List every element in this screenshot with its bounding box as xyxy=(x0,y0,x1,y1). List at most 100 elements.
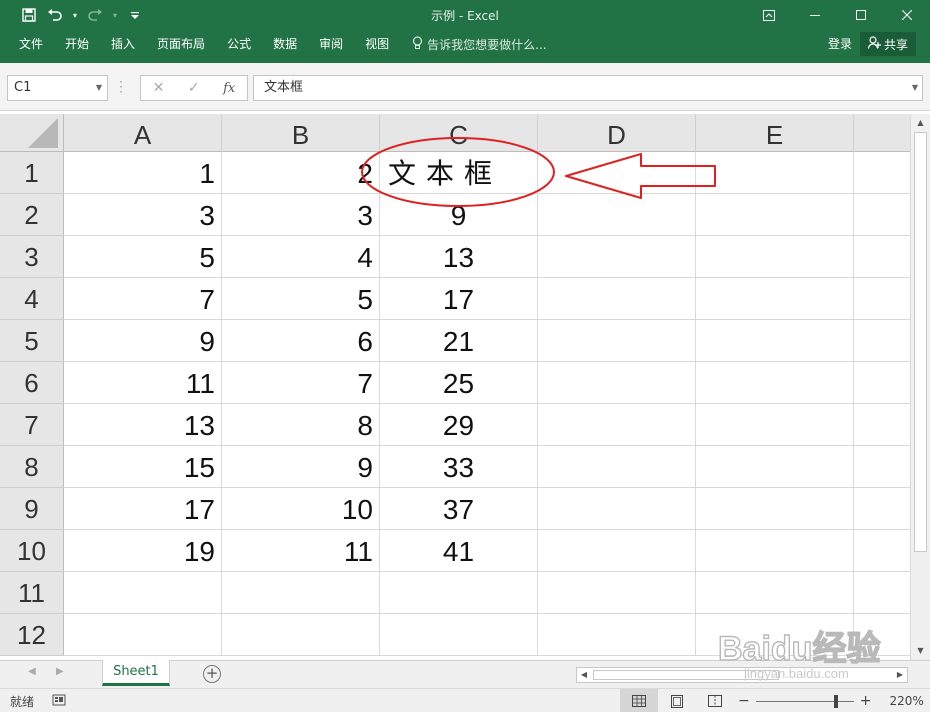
cell-partial-11[interactable] xyxy=(854,572,910,614)
cell-partial-3[interactable] xyxy=(854,236,910,278)
row-header-1[interactable]: 1 xyxy=(0,152,64,194)
cell-b10[interactable]: 11 xyxy=(222,530,380,572)
enter-icon[interactable]: ✓ xyxy=(188,80,200,96)
scroll-right-icon[interactable]: ▶ xyxy=(893,668,907,682)
page-layout-view-icon[interactable] xyxy=(658,689,696,712)
row-header-12[interactable]: 12 xyxy=(0,614,64,656)
cell-partial-2[interactable] xyxy=(854,194,910,236)
share-button[interactable]: 共享 xyxy=(860,32,916,56)
zoom-level[interactable]: 220% xyxy=(889,694,923,708)
redo-icon[interactable] xyxy=(84,5,106,25)
prev-sheet-icon[interactable]: ◀ xyxy=(28,666,36,677)
insert-function-icon[interactable]: fx xyxy=(223,81,235,96)
maximize-icon[interactable] xyxy=(838,0,884,30)
cell-e6[interactable] xyxy=(696,362,854,404)
cell-b12[interactable] xyxy=(222,614,380,656)
cell-d11[interactable] xyxy=(538,572,696,614)
cell-partial-8[interactable] xyxy=(854,446,910,488)
cell-b7[interactable]: 8 xyxy=(222,404,380,446)
row-header-5[interactable]: 5 xyxy=(0,320,64,362)
zoom-in-icon[interactable]: + xyxy=(860,694,872,708)
cell-e1[interactable] xyxy=(696,152,854,194)
cell-partial-12[interactable] xyxy=(854,614,910,656)
cell-c2[interactable]: 9 xyxy=(380,194,538,236)
next-sheet-icon[interactable]: ▶ xyxy=(56,666,64,677)
worksheet-grid[interactable]: A B C D E 1 1 2 文本框 2 3 3 9 3 5 4 13 4 7 5 17 5 9 6 21 6 11 7 25 7 13 8… xyxy=(0,114,910,660)
cell-a6[interactable]: 11 xyxy=(64,362,222,404)
column-header-a[interactable]: A xyxy=(64,114,222,152)
formula-input[interactable]: 文本框 ▼ xyxy=(253,75,923,101)
cell-c12[interactable] xyxy=(380,614,538,656)
cell-partial-6[interactable] xyxy=(854,362,910,404)
cell-a2[interactable]: 3 xyxy=(64,194,222,236)
cell-partial-10[interactable] xyxy=(854,530,910,572)
cell-e12[interactable] xyxy=(696,614,854,656)
customize-toolbar-icon[interactable] xyxy=(124,5,146,25)
cell-a7[interactable]: 13 xyxy=(64,404,222,446)
tab-view[interactable]: 视图 xyxy=(354,30,400,58)
cell-b3[interactable]: 4 xyxy=(222,236,380,278)
redo-dropdown-icon[interactable]: ▾ xyxy=(110,11,120,20)
cell-e8[interactable] xyxy=(696,446,854,488)
cell-partial-5[interactable] xyxy=(854,320,910,362)
cell-b8[interactable]: 9 xyxy=(222,446,380,488)
zoom-out-icon[interactable]: − xyxy=(738,694,750,708)
tab-formulas[interactable]: 公式 xyxy=(216,30,262,58)
cell-partial-7[interactable] xyxy=(854,404,910,446)
tab-home[interactable]: 开始 xyxy=(54,30,100,58)
cell-d7[interactable] xyxy=(538,404,696,446)
cell-e10[interactable] xyxy=(696,530,854,572)
row-header-3[interactable]: 3 xyxy=(0,236,64,278)
scroll-down-icon[interactable]: ▼ xyxy=(911,643,930,659)
row-header-7[interactable]: 7 xyxy=(0,404,64,446)
cell-c3[interactable]: 13 xyxy=(380,236,538,278)
cell-b6[interactable]: 7 xyxy=(222,362,380,404)
scroll-left-icon[interactable]: ◀ xyxy=(577,668,591,682)
cell-d8[interactable] xyxy=(538,446,696,488)
horizontal-scrollbar[interactable]: ◀ ▶ xyxy=(576,667,908,683)
cell-c9[interactable]: 37 xyxy=(380,488,538,530)
cell-c8[interactable]: 33 xyxy=(380,446,538,488)
zoom-slider-knob[interactable] xyxy=(833,694,838,708)
tab-data[interactable]: 数据 xyxy=(262,30,308,58)
cell-partial-9[interactable] xyxy=(854,488,910,530)
cell-c5[interactable]: 21 xyxy=(380,320,538,362)
select-all-button[interactable] xyxy=(0,114,64,152)
cell-a4[interactable]: 7 xyxy=(64,278,222,320)
cell-e3[interactable] xyxy=(696,236,854,278)
cell-partial-1[interactable] xyxy=(854,152,910,194)
normal-view-icon[interactable] xyxy=(620,689,658,712)
cell-e2[interactable] xyxy=(696,194,854,236)
close-icon[interactable] xyxy=(884,0,930,30)
sheet-tab-sheet1[interactable]: Sheet1 xyxy=(102,660,170,686)
tab-page-layout[interactable]: 页面布局 xyxy=(146,30,216,58)
cell-a8[interactable]: 15 xyxy=(64,446,222,488)
name-box[interactable]: C1 ▼ xyxy=(7,75,108,101)
cell-b1[interactable]: 2 xyxy=(222,152,380,194)
cell-d4[interactable] xyxy=(538,278,696,320)
cell-b2[interactable]: 3 xyxy=(222,194,380,236)
undo-dropdown-icon[interactable]: ▾ xyxy=(70,11,80,20)
cell-b4[interactable]: 5 xyxy=(222,278,380,320)
cell-c11[interactable] xyxy=(380,572,538,614)
cell-d9[interactable] xyxy=(538,488,696,530)
cell-a3[interactable]: 5 xyxy=(64,236,222,278)
cell-d2[interactable] xyxy=(538,194,696,236)
tab-file[interactable]: 文件 xyxy=(8,30,54,58)
cell-b5[interactable]: 6 xyxy=(222,320,380,362)
cell-e11[interactable] xyxy=(696,572,854,614)
name-box-dropdown-icon[interactable]: ▼ xyxy=(96,76,102,100)
cancel-icon[interactable]: ✕ xyxy=(153,80,165,96)
row-header-11[interactable]: 11 xyxy=(0,572,64,614)
cell-d1[interactable] xyxy=(538,152,696,194)
scroll-up-icon[interactable]: ▲ xyxy=(911,115,930,131)
cell-c4[interactable]: 17 xyxy=(380,278,538,320)
login-button[interactable]: 登录 xyxy=(828,30,852,58)
cell-b9[interactable]: 10 xyxy=(222,488,380,530)
row-header-6[interactable]: 6 xyxy=(0,362,64,404)
page-break-view-icon[interactable] xyxy=(696,689,734,712)
cell-b11[interactable] xyxy=(222,572,380,614)
column-header-b[interactable]: B xyxy=(222,114,380,152)
vertical-scrollbar[interactable]: ▲ ▼ xyxy=(910,114,930,660)
add-sheet-icon[interactable]: + xyxy=(203,665,221,683)
